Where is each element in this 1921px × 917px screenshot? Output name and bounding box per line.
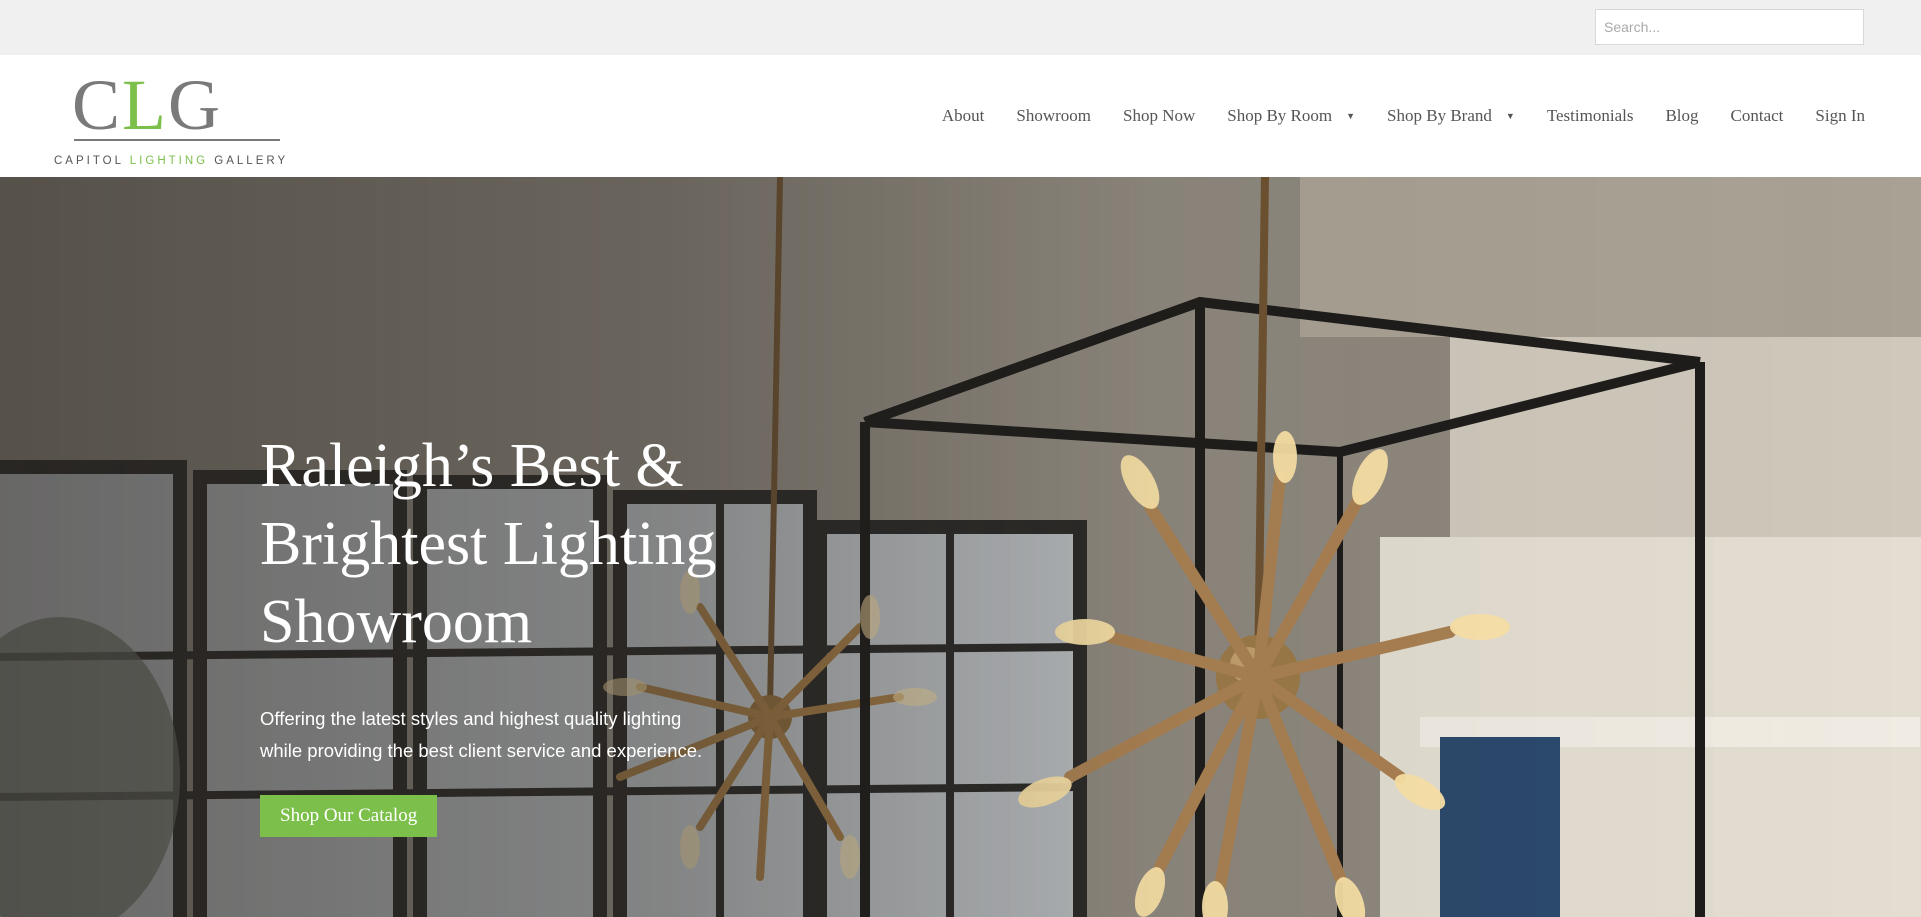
- nav-label: Shop By Brand: [1387, 106, 1492, 125]
- logo-word-capitol: CAPITOL: [54, 155, 124, 167]
- chevron-down-icon: ▼: [1505, 111, 1515, 121]
- hero-subtitle-line: while providing the best client service …: [260, 740, 703, 761]
- hero-title-line: Raleigh’s Best &: [260, 432, 684, 500]
- nav-item-showroom[interactable]: Showroom: [1016, 106, 1091, 126]
- nav-label: Shop Now: [1123, 106, 1196, 125]
- logo-rule: [74, 139, 280, 141]
- utility-bar: [0, 0, 1921, 55]
- logo-word-gallery: GALLERY: [214, 155, 289, 167]
- nav-item-contact[interactable]: Contact: [1731, 106, 1784, 126]
- logo-letter-g: G: [168, 65, 223, 145]
- nav-item-about[interactable]: About: [942, 106, 985, 126]
- chevron-down-icon: ▼: [1346, 111, 1356, 121]
- nav-item-shop-by-room[interactable]: Shop By Room ▼: [1227, 106, 1355, 126]
- search-input[interactable]: [1595, 9, 1864, 45]
- hero-banner: Raleigh’s Best & Brightest Lighting Show…: [0, 177, 1921, 917]
- logo[interactable]: CLG CAPITOL LIGHTING GALLERY: [54, 65, 304, 167]
- logo-letter-c: C: [72, 65, 123, 145]
- shop-catalog-button[interactable]: Shop Our Catalog: [260, 795, 438, 837]
- nav-item-sign-in[interactable]: Sign In: [1815, 106, 1865, 126]
- nav-label: About: [941, 106, 985, 125]
- logo-monogram: CLG: [72, 65, 222, 145]
- nav-label: Blog: [1665, 106, 1699, 125]
- hero-title-line: Brightest Lighting: [260, 510, 717, 578]
- nav-item-testimonials[interactable]: Testimonials: [1547, 106, 1634, 126]
- site-header: CLG CAPITOL LIGHTING GALLERY About Showr…: [0, 55, 1921, 177]
- main-nav: About Showroom Shop Now Shop By Room ▼ Sh…: [942, 55, 1865, 177]
- nav-label: Shop By Room: [1227, 106, 1333, 125]
- hero-content: Raleigh’s Best & Brightest Lighting Show…: [260, 427, 820, 837]
- hero-subtitle: Offering the latest styles and highest q…: [260, 703, 760, 767]
- logo-word-lighting: LIGHTING: [129, 155, 209, 167]
- hero-title: Raleigh’s Best & Brightest Lighting Show…: [260, 427, 820, 661]
- hero-title-line: Showroom: [260, 588, 533, 656]
- nav-label: Testimonials: [1546, 106, 1634, 125]
- nav-item-blog[interactable]: Blog: [1665, 106, 1698, 126]
- nav-label: Sign In: [1815, 106, 1865, 125]
- nav-item-shop-by-brand[interactable]: Shop By Brand ▼: [1387, 106, 1515, 126]
- nav-label: Showroom: [1016, 106, 1091, 125]
- nav-item-shop-now[interactable]: Shop Now: [1123, 106, 1195, 126]
- logo-letter-l: L: [122, 65, 169, 145]
- logo-wordmark: CAPITOL LIGHTING GALLERY: [54, 155, 304, 167]
- nav-label: Contact: [1730, 106, 1784, 125]
- hero-subtitle-line: Offering the latest styles and highest q…: [260, 708, 682, 729]
